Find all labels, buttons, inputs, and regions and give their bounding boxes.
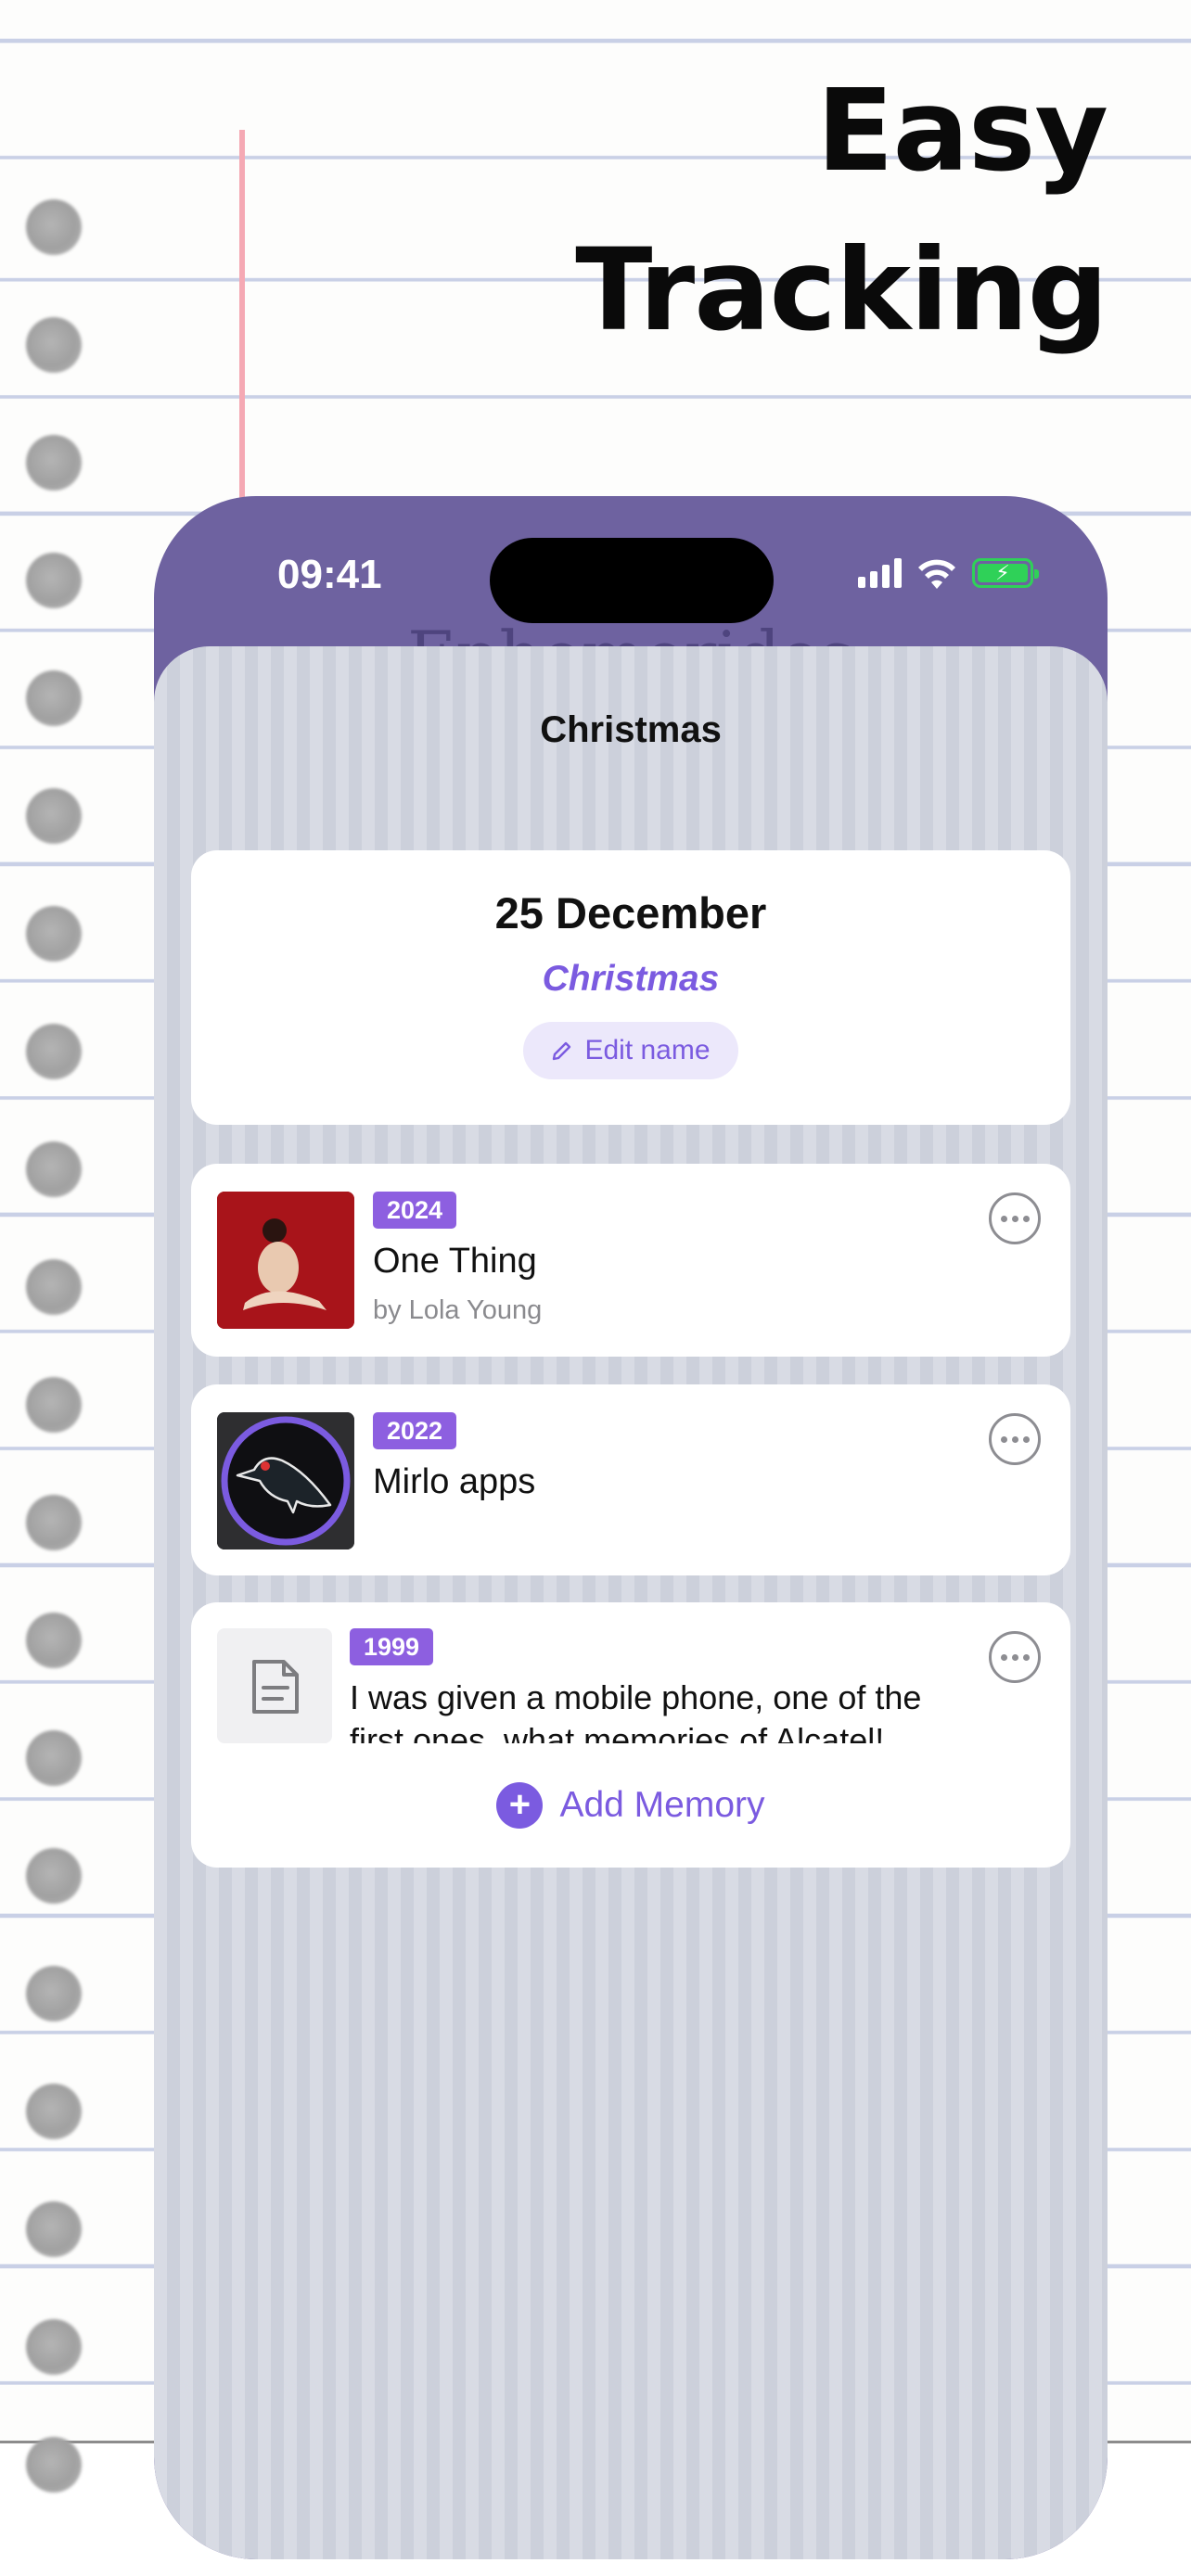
detail-sheet: Christmas 25 December Christmas Edit nam…: [154, 646, 1108, 2559]
memory-title: Mirlo apps: [373, 1462, 536, 1501]
headline-line-2: Tracking: [575, 224, 1108, 356]
memory-title: One Thing: [373, 1242, 537, 1281]
year-badge: 1999: [350, 1628, 434, 1665]
binder-hole: [26, 1141, 82, 1197]
edit-name-label: Edit name: [584, 1035, 711, 1065]
add-memory-button[interactable]: + Add Memory: [191, 1743, 1070, 1868]
memory-subtitle: by Lola Young: [373, 1295, 543, 1325]
headline-line-1: Easy: [816, 65, 1108, 197]
binder-hole: [26, 1966, 82, 2021]
binder-hole: [26, 1024, 82, 1079]
binder-hole: [26, 906, 82, 962]
binder-hole: [26, 553, 82, 608]
phone-frame: 09:41 ⚡ Ephemerides Christmas 25 Decembe…: [154, 496, 1108, 2559]
binder-hole: [26, 1377, 82, 1433]
edit-name-button[interactable]: Edit name: [523, 1022, 738, 1079]
binder-hole: [26, 435, 82, 491]
binder-hole: [26, 199, 82, 255]
marketing-headline: Easy Tracking: [575, 51, 1108, 370]
plus-circle-icon: +: [496, 1782, 544, 1829]
binder-hole: [26, 2201, 82, 2257]
album-cover-image: [217, 1192, 354, 1329]
cellular-signal-icon: [858, 558, 902, 588]
binder-hole: [26, 788, 82, 844]
status-icons: ⚡: [858, 557, 1039, 589]
binder-hole: [26, 1495, 82, 1550]
dynamic-island: [490, 538, 774, 623]
binder-hole: [26, 317, 82, 373]
wifi-icon: [918, 559, 955, 589]
pencil-icon: [553, 1041, 571, 1061]
memory-card[interactable]: 2022 Mirlo apps: [191, 1384, 1070, 1575]
binder-hole: [26, 1259, 82, 1315]
binder-hole: [26, 670, 82, 726]
date-label: 25 December: [494, 888, 767, 937]
binder-hole: [26, 1730, 82, 1786]
binder-hole: [26, 2437, 82, 2493]
date-card: 25 December Christmas Edit name: [191, 850, 1070, 1125]
binder-hole: [26, 2319, 82, 2375]
document-icon: [217, 1628, 332, 1743]
binder-hole: [26, 1613, 82, 1668]
status-time: 09:41: [277, 552, 382, 597]
year-badge: 2024: [373, 1192, 457, 1229]
sheet-title: Christmas: [540, 709, 722, 750]
binder-hole: [26, 2084, 82, 2139]
status-bar: 09:41 ⚡ Ephemerides: [154, 496, 1108, 695]
add-memory-label: Add Memory: [559, 1785, 765, 1825]
binder-hole: [26, 1848, 82, 1904]
memory-card[interactable]: 2024 One Thing by Lola Young: [191, 1164, 1070, 1357]
more-options-icon[interactable]: [989, 1192, 1041, 1244]
more-options-icon[interactable]: [989, 1413, 1041, 1465]
more-options-icon[interactable]: [989, 1631, 1041, 1683]
battery-charging-icon: ⚡: [972, 558, 1039, 588]
event-name: Christmas: [542, 959, 720, 999]
year-badge: 2022: [373, 1412, 457, 1449]
blackbird-logo-image: [217, 1412, 354, 1549]
